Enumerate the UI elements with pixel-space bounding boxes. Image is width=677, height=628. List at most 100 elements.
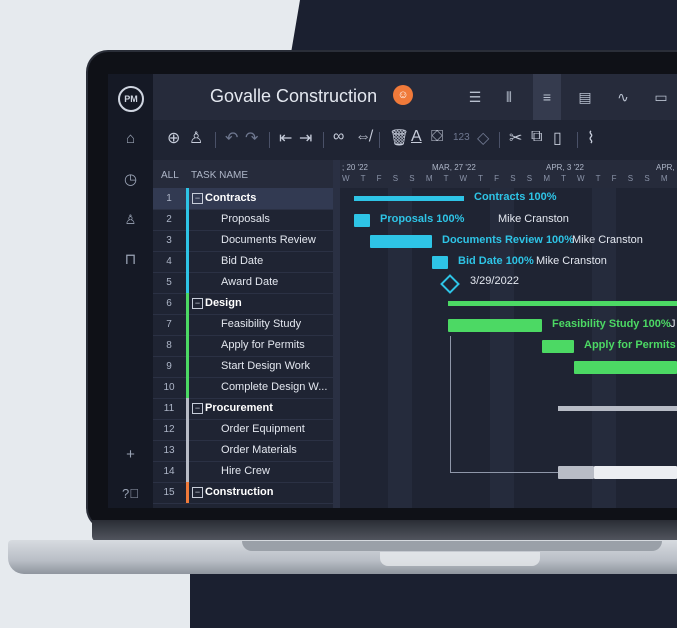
summary-bar-contracts[interactable] [354, 196, 464, 201]
task-bar-bid-date[interactable] [432, 256, 448, 269]
task-name[interactable]: Design [205, 297, 242, 309]
task-name[interactable]: Apply for Permits [221, 339, 305, 351]
task-name[interactable]: Order Equipment [221, 423, 305, 435]
task-bar-feasibility-study[interactable] [448, 319, 542, 332]
unlink-icon[interactable]: ⇎ [355, 128, 371, 146]
project-title[interactable]: Govalle Construction [210, 86, 377, 107]
link-icon[interactable]: ∞ [333, 128, 344, 146]
laptop-screen: PM ⌂ ◷ ♙ ⊓ + ?⃝ Govalle Construction ☺ ☰… [108, 74, 677, 508]
task-bar-proposals[interactable] [354, 214, 370, 227]
task-row[interactable]: 15 − Construction [153, 482, 333, 504]
list-view-icon[interactable]: ☰ [461, 84, 489, 110]
task-name[interactable]: Complete Design W... [221, 381, 327, 393]
toolbar-separator [269, 132, 270, 148]
delete-icon[interactable]: 🗑 [389, 128, 409, 148]
gantt-view-icon[interactable]: ≡ [533, 74, 561, 120]
briefcase-icon[interactable]: ⊓ [108, 250, 153, 268]
task-row[interactable]: 14 Hire Crew [153, 461, 333, 483]
task-row[interactable]: 2 Proposals [153, 209, 333, 231]
dependency-line [450, 336, 451, 472]
help-icon[interactable]: ?⃝ [108, 486, 153, 501]
clock-icon[interactable]: ◷ [108, 170, 153, 188]
board-view-icon[interactable]: ⫴ [495, 84, 523, 110]
collapse-toggle-icon[interactable]: − [192, 298, 203, 309]
col-task-name[interactable]: TASK NAME [191, 170, 248, 181]
undo-icon[interactable]: ↶ [225, 128, 238, 148]
task-row[interactable]: 4 Bid Date [153, 251, 333, 273]
task-bar-hire-crew[interactable] [558, 466, 594, 479]
task-row[interactable]: 12 Order Equipment [153, 419, 333, 441]
task-row[interactable]: 10 Complete Design W... [153, 377, 333, 399]
task-bar-documents-review[interactable] [370, 235, 432, 248]
day-letters: W T F S S M T W T F S S M T W T F S S M … [342, 174, 677, 183]
task-row[interactable]: 7 Feasibility Study [153, 314, 333, 336]
task-name[interactable]: Proposals [221, 213, 270, 225]
laptop-base-highlight [380, 552, 540, 566]
row-number: 7 [166, 319, 172, 330]
indent-icon[interactable]: ⇥ [299, 128, 312, 148]
attach-icon[interactable]: ⌇ [587, 128, 595, 148]
number-format-icon[interactable]: 123 [453, 132, 470, 143]
team-icon[interactable]: ♙ [108, 212, 153, 228]
toolbar: ⊕ ♙ ↶ ↷ ⇤ ⇥ ∞ ⇎ 🗑 A ⛋ 123 ◇ ✂ ⧉ ▯ ⌇ [153, 120, 677, 161]
row-number: 4 [166, 256, 172, 267]
copy-icon[interactable]: ⧉ [531, 128, 542, 146]
sheet-view-icon[interactable]: ▤ [571, 84, 599, 110]
plus-icon[interactable]: + [108, 446, 153, 463]
bar-label: Documents Review 100% [442, 234, 575, 246]
summary-bar-procurement[interactable] [558, 406, 677, 411]
task-row[interactable]: 6 − Design [153, 293, 333, 315]
grid-splitter[interactable] [333, 160, 340, 508]
task-bar-hire-crew-remaining[interactable] [594, 466, 677, 479]
user-avatar[interactable]: ☺ [393, 85, 413, 105]
task-row[interactable]: 1 − Contracts [153, 188, 333, 210]
task-bar-apply-permits[interactable] [542, 340, 574, 353]
task-name[interactable]: Order Materials [221, 444, 297, 456]
text-color-icon[interactable]: A [411, 128, 422, 146]
add-task-icon[interactable]: ⊕ [167, 128, 180, 148]
add-user-icon[interactable]: ♙ [189, 128, 203, 148]
task-row[interactable]: 13 Order Materials [153, 440, 333, 462]
task-row[interactable]: 3 Documents Review [153, 230, 333, 252]
milestone-icon[interactable]: ◇ [477, 128, 489, 148]
task-row[interactable]: 9 Start Design Work [153, 356, 333, 378]
task-name[interactable]: Bid Date [221, 255, 263, 267]
dashboard-view-icon[interactable]: ∿ [609, 84, 637, 110]
outdent-icon[interactable]: ⇤ [279, 128, 292, 148]
paste-icon[interactable]: ▯ [553, 128, 562, 148]
bar-label: Bid Date 100% [458, 255, 534, 267]
collapse-toggle-icon[interactable]: − [192, 193, 203, 204]
row-color-bar [186, 251, 189, 272]
summary-bar-design[interactable] [448, 301, 677, 306]
task-row[interactable]: 5 Award Date [153, 272, 333, 294]
row-color-bar [186, 188, 189, 209]
milestone-diamond[interactable] [440, 274, 460, 294]
bar-assignee: Mike Cranston [536, 255, 607, 267]
cut-icon[interactable]: ✂ [509, 128, 522, 148]
task-name[interactable]: Documents Review [221, 234, 316, 246]
row-color-bar [186, 314, 189, 335]
redo-icon[interactable]: ↷ [245, 128, 258, 148]
fill-color-icon[interactable]: ⛋ [431, 128, 443, 146]
task-name[interactable]: Construction [205, 486, 273, 498]
week-label: ; 20 '22 [342, 163, 368, 172]
task-name[interactable]: Contracts [205, 192, 256, 204]
row-color-bar [186, 209, 189, 230]
row-number: 2 [166, 214, 172, 225]
task-row[interactable]: 8 Apply for Permits [153, 335, 333, 357]
task-row[interactable]: 11 − Procurement [153, 398, 333, 420]
task-name[interactable]: Start Design Work [221, 360, 310, 372]
task-name[interactable]: Procurement [205, 402, 273, 414]
task-name[interactable]: Award Date [221, 276, 278, 288]
home-icon[interactable]: ⌂ [108, 130, 153, 147]
gantt-chart: Contracts 100% Proposals 100% Mike Crans… [340, 188, 677, 508]
task-bar-start-design-work[interactable] [574, 361, 677, 374]
task-name[interactable]: Hire Crew [221, 465, 270, 477]
collapse-toggle-icon[interactable]: − [192, 487, 203, 498]
calendar-view-icon[interactable]: ▭ [647, 84, 675, 110]
collapse-toggle-icon[interactable]: − [192, 403, 203, 414]
col-all[interactable]: ALL [161, 170, 179, 181]
row-color-bar [186, 398, 189, 419]
app-logo[interactable]: PM [118, 86, 144, 112]
task-name[interactable]: Feasibility Study [221, 318, 301, 330]
